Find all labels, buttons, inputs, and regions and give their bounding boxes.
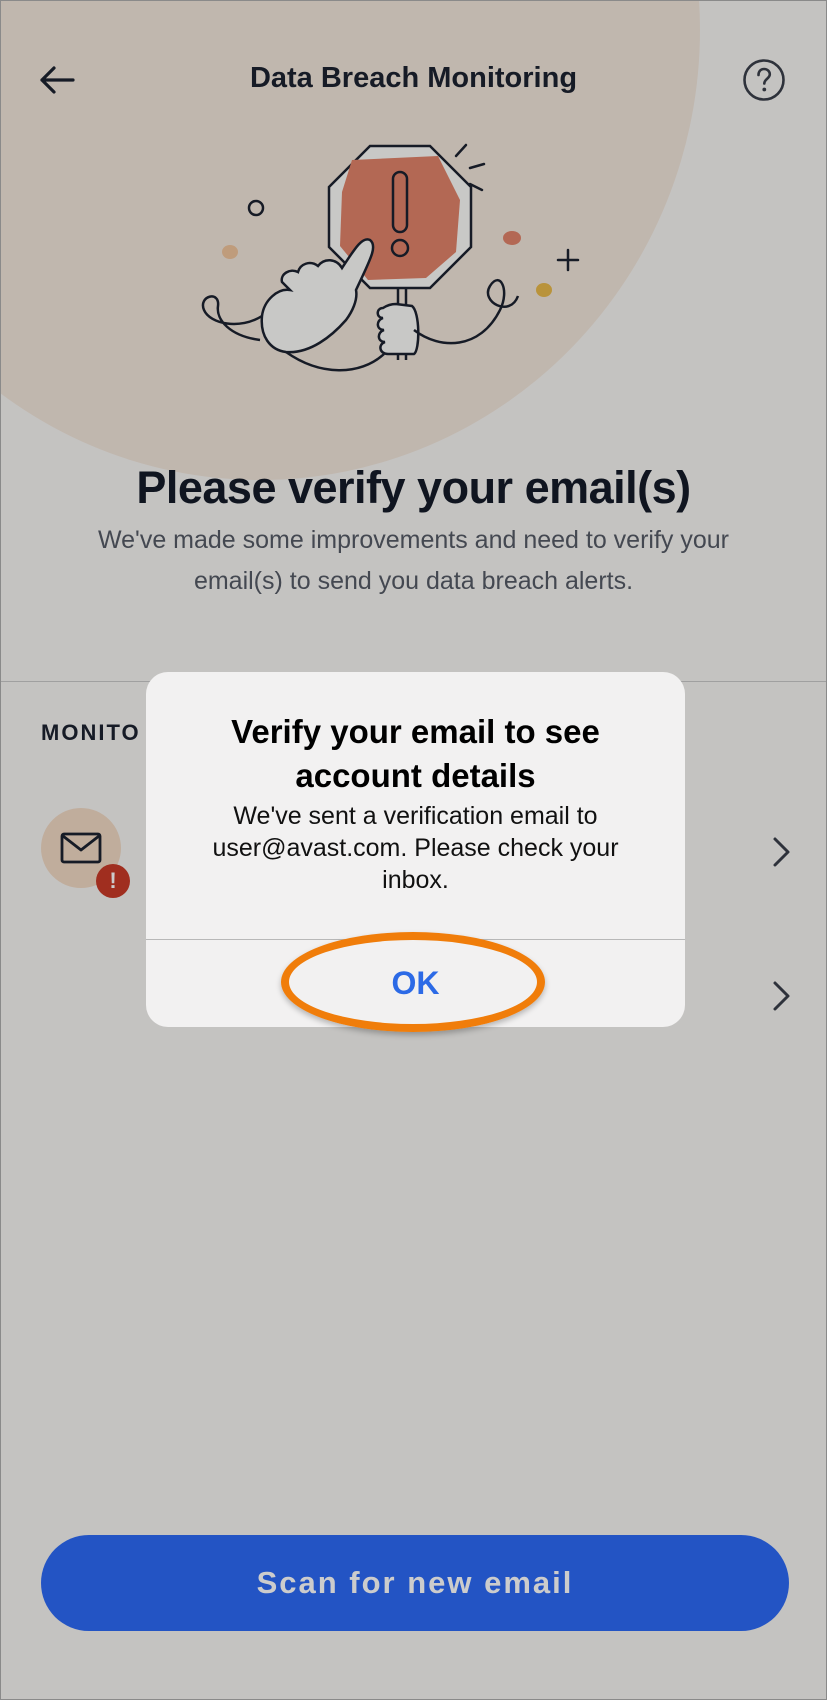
- ok-button[interactable]: OK: [146, 940, 685, 1027]
- screen: Data Breach Monitoring Please verify you…: [0, 0, 827, 1700]
- dialog-message: We've sent a verification email to user@…: [212, 802, 619, 894]
- verify-email-dialog: Verify your email to see account details…: [146, 672, 685, 1027]
- dialog-title: Verify your email to see account details: [231, 713, 600, 794]
